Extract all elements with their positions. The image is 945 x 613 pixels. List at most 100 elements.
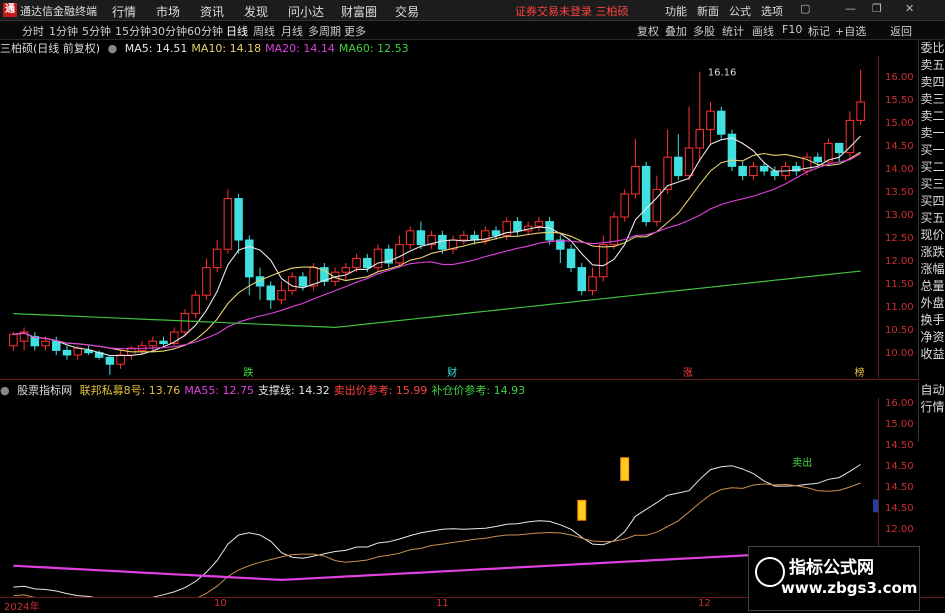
menu-item-market[interactable]: 行情 [112,3,136,20]
side-item[interactable]: 涨幅 [919,261,945,278]
tool-back[interactable]: 返回 [890,23,912,39]
side-item[interactable]: 卖四 [919,74,945,91]
tool-mark[interactable]: 标记 [808,23,830,39]
y-tick: 15.00 [885,118,914,129]
quote-side-panel-2: 自动 行情 [918,382,945,442]
menu-item-wealth[interactable]: 财富圈 [341,3,377,20]
period-60min[interactable]: 60分钟 [187,23,223,39]
candle-body [513,221,522,232]
side-item[interactable]: 卖一 [919,125,945,142]
side-item[interactable]: 现价 [919,227,945,244]
candle-body [405,230,415,246]
y-tick: 13.00 [885,210,914,221]
candle-body [759,165,769,172]
tool-overlay[interactable]: 叠加 [665,23,687,39]
indicator-label-0: 联邦私募8号: 13.76 [79,384,181,397]
candle-body [534,221,544,227]
menu-item-discover[interactable]: 发现 [244,3,268,20]
menu-item-new-page[interactable]: 新面 [697,3,719,19]
skin-icon[interactable]: ▢ [800,2,810,15]
side-item[interactable]: 买二 [919,159,945,176]
period-weekly[interactable]: 周线 [253,23,275,39]
indicator-label-1: MA55: 12.75 [184,384,255,397]
y-tick: 12.50 [885,233,914,244]
candle-body [341,267,351,273]
settings-icon[interactable]: ● [108,42,118,55]
period-fenshi[interactable]: 分时 [22,23,44,39]
ma55-line [13,548,861,582]
side-item[interactable]: 买四 [919,193,945,210]
side-item[interactable]: 换手 [919,312,945,329]
side-item[interactable]: 买三 [919,176,945,193]
candle-body [266,285,276,301]
candle-body [159,340,168,345]
signal-bar [577,499,587,521]
period-30min[interactable]: 30分钟 [151,23,187,39]
close-icon[interactable]: ✕ [905,2,914,15]
side-item[interactable]: 净资 [919,329,945,346]
side-item[interactable]: 买一 [919,142,945,159]
x-tick: 11 [436,598,449,609]
period-more[interactable]: 更多 [344,23,366,39]
event-marker: 跌 [243,366,253,378]
main-kline-chart[interactable]: 16.16 9.57 跌 财 涨 榜 [0,56,878,378]
period-daily[interactable]: 日线 [226,23,248,39]
x-tick: 10 [214,598,227,609]
candle-body [352,257,361,269]
tool-draw[interactable]: 画线 [752,23,774,39]
side-item[interactable]: 卖二 [919,108,945,125]
candle-body [491,230,501,236]
y-tick: 15.00 [885,419,914,430]
side-item[interactable]: 卖五 [919,57,945,74]
tool-adjust[interactable]: 复权 [637,23,659,39]
candle-body [234,198,243,241]
sub-indicator-chart[interactable]: 卖出 [0,398,878,597]
candle-body [277,290,286,301]
candle-body [223,198,233,250]
candle-body [631,165,640,195]
candle-body [749,165,758,177]
candle-body [620,193,629,218]
y-tick: 12.00 [885,256,914,267]
period-multi[interactable]: 多周期 [308,23,341,39]
minimize-icon[interactable]: — [845,2,856,15]
maximize-icon[interactable]: ❐ [872,2,882,15]
tool-add-watchlist[interactable]: +自选 [835,23,866,39]
menu-item-assistant[interactable]: 问小达 [288,3,324,20]
menu-item-options[interactable]: 选项 [761,3,783,19]
side-item[interactable]: 收益 [919,346,945,363]
menu-item-function[interactable]: 功能 [665,3,687,19]
candle-body [459,234,469,241]
period-15min[interactable]: 15分钟 [115,23,151,39]
sell-signal-label: 卖出 [792,456,812,469]
candle-body [41,340,50,347]
side-item[interactable]: 委比 [919,40,945,57]
period-5min[interactable]: 5分钟 [82,23,111,39]
tool-multi-stock[interactable]: 多股 [693,23,715,39]
period-1min[interactable]: 1分钟 [49,23,78,39]
tool-stats[interactable]: 统计 [722,23,744,39]
menu-item-formula[interactable]: 公式 [729,3,751,19]
tool-f10[interactable]: F10 [782,23,802,36]
side-item[interactable]: 总量 [919,278,945,295]
ma-label-3: MA60: 12.53 [338,42,409,55]
side-item[interactable]: 买五 [919,210,945,227]
side-item[interactable]: 自动 [919,382,945,399]
side-item[interactable]: 卖三 [919,91,945,108]
y-tick: 14.50 [885,503,914,514]
event-marker: 财 [447,366,457,378]
period-monthly[interactable]: 月线 [281,23,303,39]
y-tick: 13.50 [885,187,914,198]
login-warning[interactable]: 证券交易未登录 三柏硕 [515,3,629,19]
menu-item-news[interactable]: 资讯 [200,3,224,20]
menu-item-trade[interactable]: 交易 [395,3,419,20]
candle-body [212,248,222,269]
settings-icon[interactable]: ● [0,384,10,397]
side-item[interactable]: 涨跌 [919,244,945,261]
side-item[interactable]: 行情 [919,399,945,416]
candle-body [438,234,447,250]
x-tick: 2024年 [4,602,40,613]
menu-item-markets[interactable]: 市场 [156,3,180,20]
ma-label-1: MA10: 14.18 [191,42,262,55]
side-item[interactable]: 外盘 [919,295,945,312]
